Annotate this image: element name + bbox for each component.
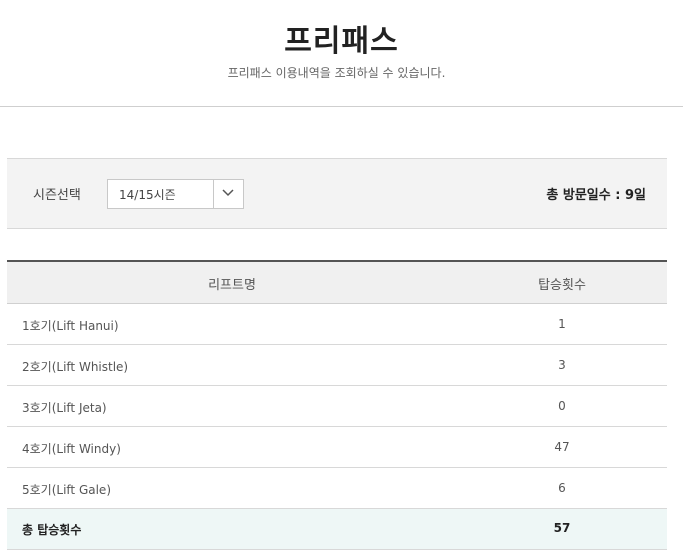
table-row: 5호기(Lift Gale) 6: [7, 468, 667, 509]
total-visit-days: 총 방문일수 : 9일: [546, 188, 646, 203]
lift-name: 3호기(Lift Jeta): [22, 401, 107, 415]
lift-name: 1호기(Lift Hanui): [22, 319, 119, 333]
table-row: 2호기(Lift Whistle) 3: [7, 345, 667, 386]
total-ride-count: 57: [553, 521, 571, 535]
ride-count: 47: [554, 440, 570, 454]
table-row: 1호기(Lift Hanui) 1: [7, 304, 667, 345]
header-divider: [0, 106, 683, 107]
chevron-down-icon: [222, 189, 234, 197]
page-subtitle: 프리패스 이용내역을 조회하실 수 있습니다.: [227, 66, 446, 80]
ride-count: 6: [558, 481, 566, 495]
season-select-label: 시즌선택: [33, 188, 81, 203]
season-filter-panel: 시즌선택 14/15시즌 총 방문일수 : 9일: [7, 158, 667, 229]
ride-count: 0: [558, 399, 566, 413]
ride-count: 1: [558, 317, 566, 331]
lift-name: 5호기(Lift Gale): [22, 483, 112, 497]
season-select-button[interactable]: [213, 180, 243, 208]
column-header-ride-count: 탑승횟수: [538, 278, 586, 293]
table-row: 3호기(Lift Jeta) 0: [7, 386, 667, 427]
column-header-lift-name: 리프트명: [208, 278, 256, 293]
table-header: 리프트명 탑승횟수: [7, 262, 667, 304]
ride-count: 3: [558, 358, 566, 372]
lift-name: 4호기(Lift Windy): [22, 442, 121, 456]
total-label: 총 탑승횟수: [22, 523, 82, 537]
lift-name: 2호기(Lift Whistle): [22, 360, 129, 374]
table-row: 4호기(Lift Windy) 47: [7, 427, 667, 468]
season-select-value: 14/15시즌: [119, 188, 176, 202]
season-select[interactable]: 14/15시즌: [107, 179, 244, 209]
page-title: 프리패스: [284, 24, 399, 59]
lift-usage-table: 리프트명 탑승횟수 1호기(Lift Hanui) 1 2호기(Lift Whi…: [7, 260, 667, 550]
table-total-row: 총 탑승횟수 57: [7, 509, 667, 550]
